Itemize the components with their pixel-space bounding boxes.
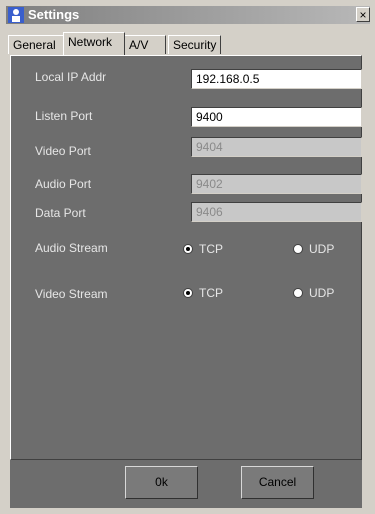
audio-port-input [191,174,362,194]
audio-stream-tcp-radio[interactable]: TCP [183,242,223,256]
tab-av[interactable]: A/V [124,35,166,54]
video-port-label: Video Port [35,144,91,158]
tab-network[interactable]: Network [63,32,125,55]
cancel-button[interactable]: Cancel [241,466,314,499]
listen-port-label: Listen Port [35,109,93,123]
local-ip-label: Local IP Addr [35,70,107,84]
radio-unchecked-icon [293,288,303,298]
title-bar[interactable]: Settings × [6,6,370,24]
listen-port-input[interactable] [191,107,362,127]
local-ip-input[interactable] [191,69,362,89]
ok-button[interactable]: 0k [125,466,198,499]
settings-window: Settings × General Network A/V Security … [0,0,375,514]
radio-checked-icon [183,244,193,254]
data-port-input [191,202,362,222]
audio-udp-label: UDP [309,242,335,256]
video-port-input [191,137,362,157]
audio-port-label: Audio Port [35,177,92,191]
tab-general[interactable]: General [8,35,64,54]
network-panel: Local IP Addr Listen Port Video Port Aud… [10,55,362,460]
person-settings-icon [8,7,24,23]
radio-checked-icon [183,288,193,298]
window-title: Settings [28,7,80,22]
tab-security[interactable]: Security [168,35,221,54]
audio-tcp-label: TCP [199,242,223,256]
video-stream-label: Video Stream [35,287,108,301]
video-tcp-label: TCP [199,286,223,300]
video-stream-tcp-radio[interactable]: TCP [183,286,223,300]
data-port-label: Data Port [35,206,86,220]
video-udp-label: UDP [309,286,335,300]
audio-stream-udp-radio[interactable]: UDP [293,242,334,256]
close-button[interactable]: × [356,7,370,22]
radio-unchecked-icon [293,244,303,254]
video-stream-udp-radio[interactable]: UDP [293,286,334,300]
audio-stream-label: Audio Stream [35,241,108,255]
